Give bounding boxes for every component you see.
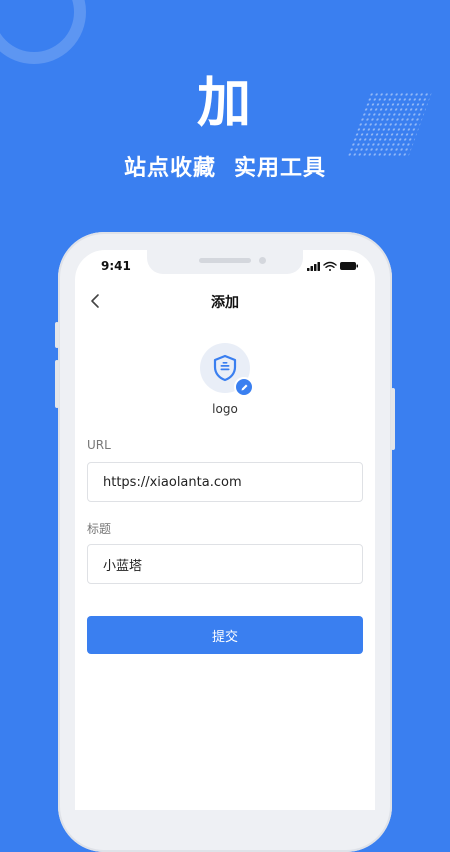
url-input[interactable]: [87, 462, 363, 502]
hero-subtitle: 站点收藏 实用工具: [0, 150, 450, 182]
url-label: URL: [87, 438, 111, 452]
wifi-icon: [323, 261, 337, 271]
status-icons: [307, 260, 359, 272]
front-camera: [259, 257, 266, 264]
battery-icon: [340, 262, 358, 270]
hero-subtitle-right: 实用工具: [234, 156, 327, 181]
title-label: 标题: [87, 522, 112, 536]
edit-logo-button[interactable]: [234, 377, 254, 397]
phone-side-button-left-1: [55, 322, 59, 348]
phone-side-button-right: [391, 388, 395, 450]
shield-icon: [213, 354, 237, 382]
phone-side-button-left-2: [55, 360, 59, 408]
page-title: 添加: [211, 295, 239, 311]
submit-button[interactable]: 提交: [87, 616, 363, 654]
logo-caption: logo: [212, 402, 238, 416]
speaker-grille: [199, 258, 251, 263]
hero-subtitle-left: 站点收藏: [123, 156, 216, 181]
status-time: 9:41: [101, 259, 131, 273]
signal-icon: [307, 262, 320, 271]
phone-notch: [147, 250, 303, 274]
decorative-circle: [0, 0, 86, 64]
title-input[interactable]: [87, 544, 363, 584]
logo-picker[interactable]: [200, 343, 254, 397]
hero-title: 加: [197, 71, 253, 134]
pencil-icon: [241, 384, 247, 390]
phone-screen: 9:41 添加 logo URL https://xiaolanta.com 标…: [75, 250, 375, 810]
